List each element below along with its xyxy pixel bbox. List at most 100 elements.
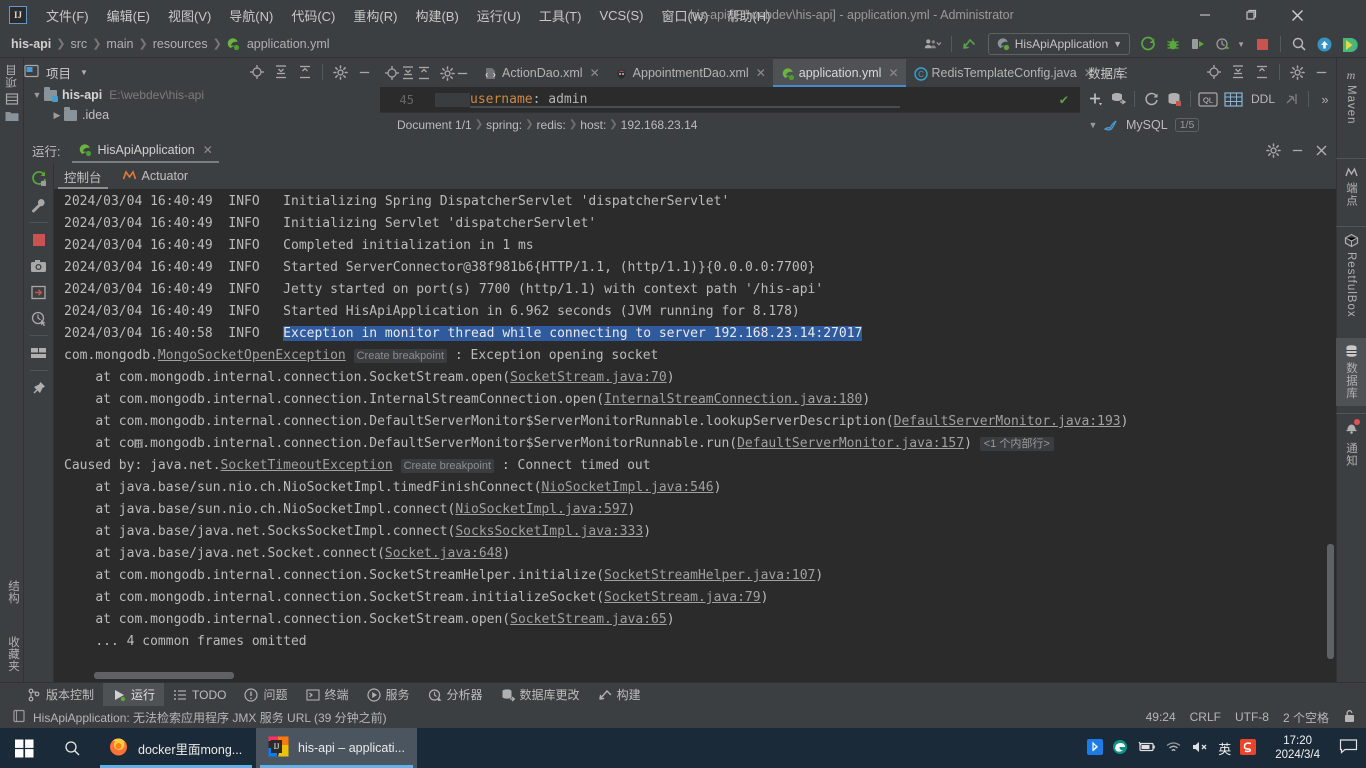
search-icon[interactable] <box>1288 33 1310 55</box>
chevron-down-icon[interactable]: ▼ <box>1086 120 1100 130</box>
database-tree[interactable]: ▼ MySQL 1/5 <box>1080 113 1336 136</box>
expand-folded-frames-icon[interactable]: + <box>134 439 143 448</box>
gear-icon[interactable] <box>329 61 351 83</box>
close-icon[interactable] <box>1310 139 1332 161</box>
run-session-tab[interactable]: HisApiApplication ✕ <box>72 137 220 163</box>
chevron-down-icon[interactable]: ▼ <box>30 90 44 100</box>
close-icon[interactable]: ✕ <box>888 66 898 80</box>
status-message-icon[interactable] <box>12 709 26 726</box>
tool-window-tab-maven[interactable]: m Maven <box>1336 62 1366 131</box>
user-dropdown-icon[interactable] <box>922 33 944 55</box>
bluetooth-icon[interactable] <box>1087 738 1104 758</box>
exception-class-link[interactable]: MongoSocketOpenException <box>158 348 346 363</box>
breadcrumb-item-main[interactable]: main <box>103 37 136 51</box>
collapse-all-icon[interactable] <box>1251 61 1273 83</box>
bottom-tab-version-control[interactable]: 版本控制 <box>18 683 103 707</box>
ime-chinese-icon[interactable]: 英 <box>1218 739 1231 758</box>
window-minimize-button[interactable] <box>1182 0 1228 30</box>
add-icon[interactable] <box>1084 88 1106 110</box>
run-configuration-selector[interactable]: HisApiApplication ▼ <box>987 33 1131 55</box>
tree-row[interactable]: ▼ his-api E:\webdev\his-api <box>24 85 379 105</box>
export-icon[interactable] <box>27 280 51 304</box>
stop-icon[interactable] <box>27 228 51 252</box>
expand-all-icon[interactable] <box>1227 61 1249 83</box>
bottom-tab-profiler[interactable]: 分析器 <box>419 683 492 707</box>
create-breakpoint-hint[interactable]: Create breakpoint <box>353 349 448 363</box>
camera-icon[interactable] <box>27 254 51 278</box>
bottom-tab-build[interactable]: 构建 <box>589 683 650 707</box>
locate-icon[interactable] <box>1203 61 1225 83</box>
chevron-right-icon[interactable]: ▶ <box>50 110 64 121</box>
expand-all-icon[interactable] <box>400 62 416 84</box>
editor-tab-redistemplateconfig[interactable]: C RedisTemplateConfig.java ✕ <box>906 59 1101 87</box>
gear-icon[interactable] <box>1286 61 1308 83</box>
tool-window-tab-notifications[interactable]: 通知 <box>1336 413 1366 473</box>
pin-icon[interactable] <box>27 376 51 400</box>
editor-tab-application-yml[interactable]: application.yml ✕ <box>772 59 906 87</box>
folded-frames-note[interactable]: <1 个内部行> <box>979 437 1054 451</box>
bottom-tab-problems[interactable]: 问题 <box>235 683 296 707</box>
console-output[interactable]: 2024/03/04 16:40:49 INFO Initializing Sp… <box>54 189 1336 682</box>
bottom-tab-terminal[interactable]: 终端 <box>297 683 358 707</box>
stack-frame-link[interactable]: SocketStreamHelper.java:107 <box>604 568 815 583</box>
menu-item-vcs[interactable]: VCS(S) <box>590 3 652 28</box>
jump-to-editor-icon[interactable] <box>1281 88 1303 110</box>
lock-icon[interactable] <box>1343 709 1356 726</box>
tool-window-tab-structure[interactable]: 结构 <box>5 580 21 604</box>
windows-start-icon[interactable] <box>0 728 48 768</box>
wrench-icon[interactable] <box>27 193 51 217</box>
hide-panel-icon[interactable] <box>1310 61 1332 83</box>
stack-frame-link[interactable]: Socket.java:648 <box>385 546 502 561</box>
breadcrumb-spring[interactable]: spring: <box>483 118 525 132</box>
folder-icon[interactable] <box>5 110 19 125</box>
chevron-down-icon[interactable]: ▼ <box>1237 40 1245 49</box>
stack-frame-link[interactable]: SocketStream.java:70 <box>510 370 667 385</box>
code-editor[interactable]: 45 username: admin ✔ <box>380 87 1080 112</box>
file-encoding[interactable]: UTF-8 <box>1235 710 1269 724</box>
gear-icon[interactable] <box>440 62 455 84</box>
hide-panel-icon[interactable] <box>353 61 375 83</box>
breadcrumb-item-resources[interactable]: resources <box>150 37 211 51</box>
window-close-button[interactable] <box>1274 0 1320 30</box>
caused-by-class-link[interactable]: SocketTimeoutException <box>221 458 393 473</box>
tool-window-tab-database[interactable]: 数据库 <box>1336 338 1366 406</box>
caret-position[interactable]: 49:24 <box>1146 710 1176 724</box>
ql-icon[interactable]: QL <box>1196 88 1220 110</box>
volume-muted-icon[interactable] <box>1191 740 1209 757</box>
line-separator[interactable]: CRLF <box>1190 710 1221 724</box>
layout-icon[interactable] <box>27 341 51 365</box>
more-toolbar-icon[interactable]: » <box>1314 88 1336 110</box>
tool-window-tab-endpoints[interactable]: 端点 <box>1336 158 1366 213</box>
expand-all-icon[interactable] <box>270 61 292 83</box>
profiler-icon[interactable] <box>1212 33 1234 55</box>
ide-update-icon[interactable] <box>1313 33 1335 55</box>
breadcrumb-redis[interactable]: redis: <box>534 118 569 132</box>
breadcrumb-item-src[interactable]: src <box>68 37 91 51</box>
breadcrumb-host[interactable]: host: <box>577 118 609 132</box>
database-drop-icon[interactable] <box>1163 88 1185 110</box>
collapse-all-icon[interactable] <box>416 62 432 84</box>
rerun-icon[interactable] <box>27 167 51 191</box>
breadcrumb-document[interactable]: Document 1/1 <box>394 118 475 132</box>
create-breakpoint-hint[interactable]: Create breakpoint <box>400 459 495 473</box>
gear-icon[interactable] <box>1262 139 1284 161</box>
breadcrumb-host-value[interactable]: 192.168.23.14 <box>618 118 701 132</box>
bottom-tab-services[interactable]: 服务 <box>358 683 419 707</box>
status-message[interactable]: HisApiApplication: 无法检索应用程序 JMX 服务 URL (… <box>33 709 387 726</box>
editor-tab-appointmentdao[interactable]: AppointmentDao.xml ✕ <box>607 59 773 87</box>
stack-frame-link[interactable]: SocksSocketImpl.java:333 <box>455 524 643 539</box>
hide-panel-icon[interactable] <box>455 62 470 84</box>
bottom-tab-run[interactable]: 运行 <box>103 682 165 707</box>
console-horizontal-scrollbar[interactable] <box>94 672 234 679</box>
breadcrumb-item-project[interactable]: his-api <box>8 37 54 51</box>
taskbar-clock[interactable]: 17:20 2024/3/4 <box>1275 734 1320 762</box>
run-icon[interactable] <box>1137 33 1159 55</box>
close-icon[interactable]: ✕ <box>203 143 213 157</box>
stack-frame-link[interactable]: DefaultServerMonitor.java:157 <box>737 436 964 451</box>
stack-frame-link[interactable]: SocketStream.java:65 <box>510 612 667 627</box>
menu-item-tools[interactable]: 工具(T) <box>530 1 591 30</box>
chevron-down-icon[interactable]: ▼ <box>80 68 88 77</box>
locate-file-icon[interactable] <box>384 62 400 84</box>
menu-item-refactor[interactable]: 重构(R) <box>344 1 406 30</box>
breadcrumb-item-file[interactable]: application.yml <box>244 37 333 51</box>
